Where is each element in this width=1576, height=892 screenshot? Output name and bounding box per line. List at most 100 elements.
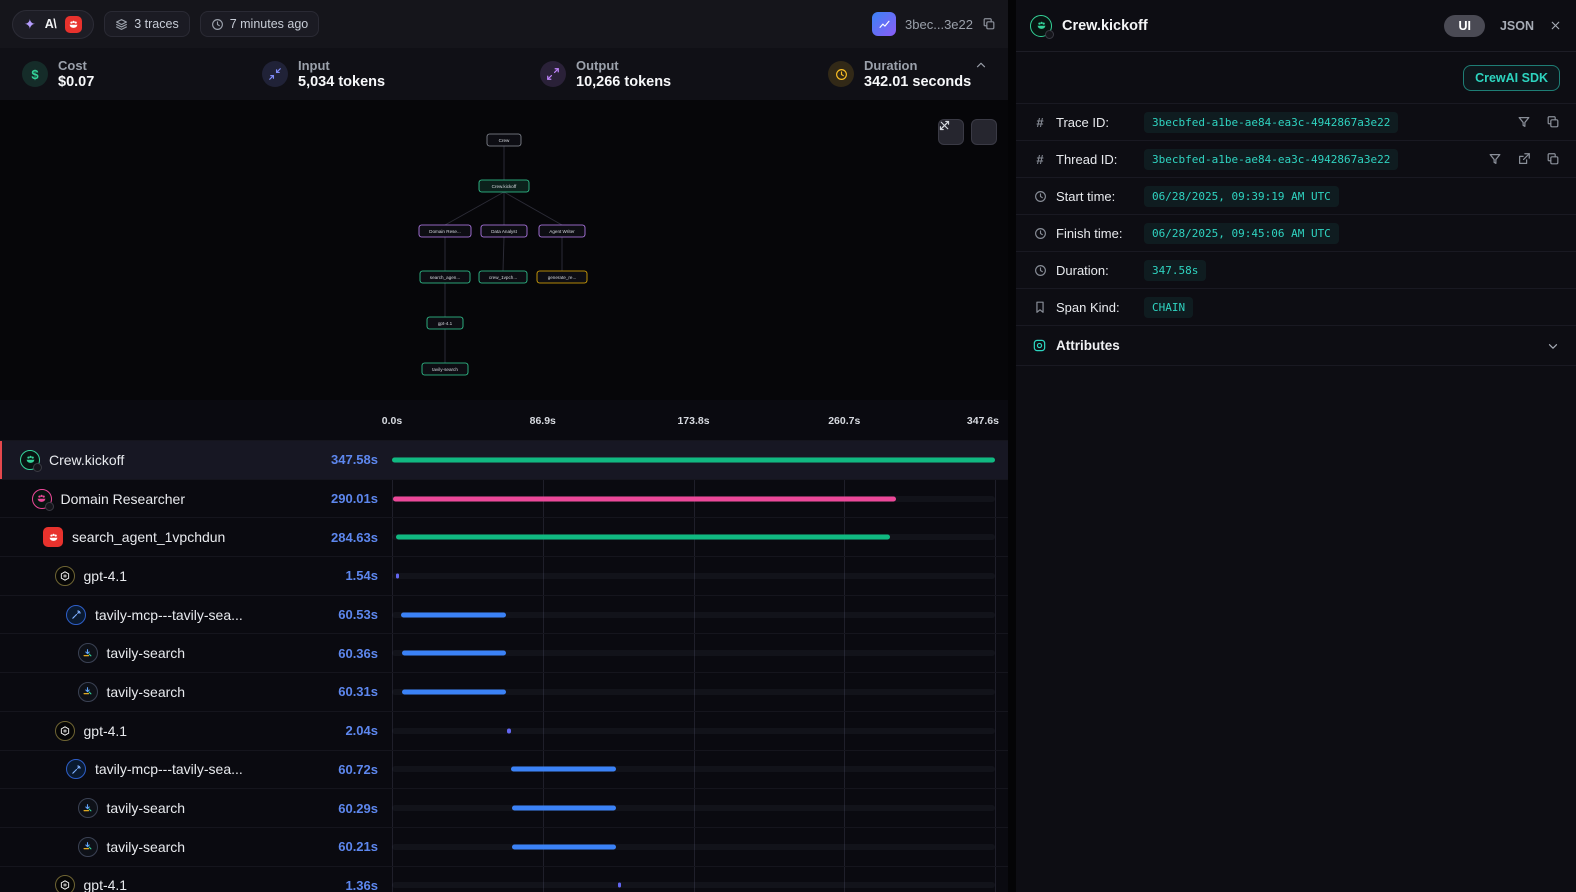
attributes-section[interactable]: Attributes	[1016, 326, 1576, 366]
funnel-icon[interactable]	[1488, 152, 1502, 166]
span-duration: 1.54s	[288, 568, 378, 583]
span-name: gpt-4.1	[84, 877, 128, 892]
field-value[interactable]: CHAIN	[1144, 297, 1193, 318]
svg-text:crew_1vpch...: crew_1vpch...	[489, 275, 517, 280]
timeline-lane	[392, 867, 995, 892]
graph-node[interactable]: crew_1vpch...	[479, 271, 527, 283]
trace-row[interactable]: tavily-search 60.31s	[0, 672, 1008, 711]
span-label: gpt-4.1	[0, 875, 127, 892]
field-value[interactable]: 3becbfed-a1be-ae84-ea3c-4942867a3e22	[1144, 112, 1398, 133]
crew-icon	[32, 489, 52, 509]
traces-count-badge[interactable]: 3 traces	[104, 11, 189, 37]
span-duration: 60.29s	[288, 801, 378, 816]
stat-value: 5,034 tokens	[298, 74, 385, 90]
span-bar[interactable]	[511, 767, 616, 772]
timeline-track	[392, 805, 995, 811]
clock-icon	[211, 18, 224, 31]
field-row: # Trace ID: 3becbfed-a1be-ae84-ea3c-4942…	[1016, 104, 1576, 141]
span-label: tavily-mcp---tavily-sea...	[0, 605, 243, 625]
graph-buttons	[938, 119, 997, 145]
stat-label: Cost	[58, 58, 94, 73]
span-bar[interactable]	[402, 651, 507, 656]
span-label: search_agent_1vpchdun	[0, 527, 225, 547]
stat-value: 10,266 tokens	[576, 74, 671, 90]
sdk-badge: CrewAI SDK	[1463, 65, 1560, 91]
sparkle-icon: ✦	[24, 17, 36, 31]
trace-row[interactable]: Domain Researcher 290.01s	[0, 479, 1008, 518]
trace-row[interactable]: tavily-search 60.29s	[0, 788, 1008, 827]
span-label: tavily-search	[0, 643, 185, 663]
trace-row[interactable]: tavily-search 60.36s	[0, 633, 1008, 672]
span-bar[interactable]	[393, 496, 896, 501]
tools-icon	[66, 759, 86, 779]
svg-text:tavily-search: tavily-search	[432, 367, 458, 372]
graph-node[interactable]: Domain Rese...	[419, 225, 471, 237]
svg-text:Data Analyst: Data Analyst	[491, 229, 518, 234]
tab-json[interactable]: JSON	[1500, 19, 1534, 33]
trace-row[interactable]: search_agent_1vpchdun 284.63s	[0, 517, 1008, 556]
trace-row[interactable]: Crew.kickoff 347.58s	[0, 440, 1008, 479]
graph-node[interactable]: Crew	[487, 134, 521, 146]
span-bar[interactable]	[396, 535, 890, 540]
details-header-right: UI JSON	[1444, 15, 1562, 37]
chevron-up-icon[interactable]	[974, 58, 988, 72]
span-bar[interactable]	[512, 806, 617, 811]
span-bar[interactable]	[392, 457, 995, 462]
trace-row[interactable]: tavily-mcp---tavily-sea... 60.72s	[0, 750, 1008, 789]
graph-canvas[interactable]: Crew Crew.kickoff Domain Rese... Data Analy…	[0, 100, 1008, 400]
stat-label: Output	[576, 58, 671, 73]
attributes-label: Attributes	[1056, 338, 1120, 353]
trace-row[interactable]: gpt-4.1 1.54s	[0, 556, 1008, 595]
field-value[interactable]: 3becbfed-a1be-ae84-ea3c-4942867a3e22	[1144, 149, 1398, 170]
span-bar[interactable]	[401, 612, 506, 617]
span-bar[interactable]	[512, 844, 616, 849]
span-name: tavily-search	[107, 839, 186, 855]
stat-value: 342.01 seconds	[864, 74, 971, 90]
crewai-logo-icon	[43, 527, 63, 547]
openai-logo-icon	[55, 566, 75, 586]
span-bar[interactable]	[618, 883, 621, 888]
copy-icon[interactable]	[982, 17, 996, 31]
timeline-lane	[392, 441, 995, 479]
trace-row[interactable]: gpt-4.1 1.36s	[0, 866, 1008, 892]
graph-node[interactable]: Agent Writer	[539, 225, 585, 237]
tab-ui[interactable]: UI	[1444, 15, 1485, 37]
crew-icon	[1030, 15, 1052, 37]
field-value[interactable]: 347.58s	[1144, 260, 1206, 281]
timeline-ticks: 0.0s86.9s173.8s260.7s347.6s	[392, 415, 995, 429]
openai-logo-icon	[55, 721, 75, 741]
graph-node[interactable]: search_agen...	[420, 271, 470, 283]
field-label: Trace ID:	[1056, 115, 1136, 130]
trace-row[interactable]: gpt-4.1 2.04s	[0, 711, 1008, 750]
span-bar[interactable]	[402, 689, 507, 694]
trace-row[interactable]: tavily-mcp---tavily-sea... 60.53s	[0, 595, 1008, 634]
topbar: ✦ A\ 3 traces 7 minutes ago 3bec...3e22	[0, 0, 1008, 48]
trace-row[interactable]: tavily-search 60.21s	[0, 827, 1008, 866]
field-row: Duration: 347.58s	[1016, 252, 1576, 289]
external-link-icon[interactable]	[1517, 152, 1531, 166]
close-panel-icon[interactable]	[1549, 19, 1562, 32]
crew-subbadge-icon	[33, 463, 42, 472]
timeline-track	[392, 882, 995, 888]
span-bar[interactable]	[396, 573, 399, 578]
field-value[interactable]: 06/28/2025, 09:39:19 AM UTC	[1144, 186, 1339, 207]
timeline-lane	[392, 789, 995, 827]
graph-node[interactable]: Data Analyst	[481, 225, 527, 237]
span-bar[interactable]	[507, 728, 511, 733]
graph-node[interactable]: tavily-search	[422, 363, 468, 375]
graph-node[interactable]: gpt-4.1	[427, 317, 463, 329]
expand-icon[interactable]	[971, 119, 997, 145]
copy-icon[interactable]	[1546, 152, 1560, 166]
graph-node[interactable]: generate_re...	[537, 271, 587, 283]
graph-node[interactable]: Crew.kickoff	[479, 180, 529, 192]
arrows-in-icon	[262, 61, 288, 87]
field-value[interactable]: 06/28/2025, 09:45:06 AM UTC	[1144, 223, 1339, 244]
span-duration: 60.31s	[288, 684, 378, 699]
funnel-icon[interactable]	[1517, 115, 1531, 129]
chevron-down-icon[interactable]	[1546, 339, 1560, 353]
bookmark-icon	[1032, 300, 1048, 314]
span-title: Crew.kickoff	[1062, 18, 1148, 34]
dollar-icon: $	[22, 61, 48, 87]
span-name: gpt-4.1	[84, 723, 128, 739]
copy-icon[interactable]	[1546, 115, 1560, 129]
